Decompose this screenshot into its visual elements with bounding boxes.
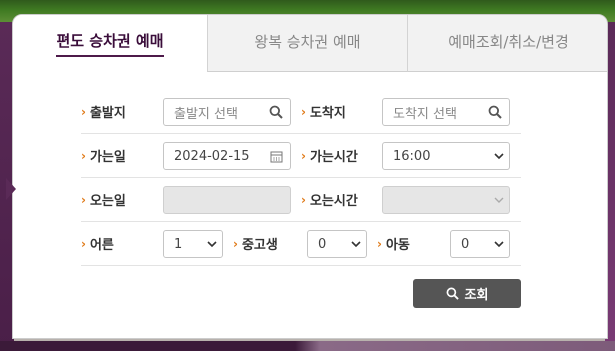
chevron-right-icon: › — [377, 236, 382, 251]
go-date-value: 2024-02-15 — [174, 148, 250, 164]
calendar-icon[interactable] — [268, 148, 284, 164]
child-count-select[interactable]: 0 — [450, 230, 510, 258]
tab-round-trip-label: 왕복 승차권 예매 — [254, 32, 361, 51]
search-icon — [446, 287, 459, 300]
go-date-label-text: 가는일 — [89, 150, 126, 165]
go-time-label: › 가는시간 — [301, 134, 358, 177]
return-time-label-text: 오는시간 — [309, 194, 358, 209]
chevron-down-icon — [202, 231, 222, 257]
chevron-right-icon: › — [81, 236, 86, 251]
departure-label: › 출발지 — [81, 90, 126, 133]
departure-placeholder: 출발지 선택 — [174, 106, 238, 122]
search-icon — [268, 104, 284, 120]
youth-label: › 중고생 — [233, 222, 278, 265]
return-date-input[interactable] — [163, 186, 291, 214]
chevron-right-icon: › — [301, 192, 306, 207]
child-label-text: 아동 — [385, 238, 410, 253]
adult-label: › 어른 — [81, 222, 114, 265]
youth-label-text: 중고생 — [241, 238, 278, 253]
chevron-right-icon: › — [81, 148, 86, 163]
go-time-select[interactable]: 16:00 — [382, 142, 510, 170]
youth-count-select[interactable]: 0 — [307, 230, 367, 258]
search-icon — [487, 104, 503, 120]
chevron-right-icon: › — [301, 148, 306, 163]
child-label: › 아동 — [377, 222, 410, 265]
adult-count-value: 1 — [174, 236, 183, 252]
return-date-label-text: 오는일 — [89, 194, 126, 209]
form-row-return: › 오는일 › 오는시간 — [81, 178, 521, 222]
arrival-placeholder: 도착지 선택 — [393, 106, 457, 122]
child-count-value: 0 — [461, 236, 470, 252]
chevron-down-icon — [346, 231, 366, 257]
search-button-label: 조회 — [464, 288, 489, 303]
chevron-right-icon: › — [301, 104, 306, 119]
tab-inquiry[interactable]: 예매조회/취소/변경 — [407, 15, 607, 72]
chevron-right-icon: › — [81, 104, 86, 119]
arrival-label: › 도착지 — [301, 90, 346, 133]
form-row-go: › 가는일 2024-02-15 › 가는시간 16:00 — [81, 134, 521, 178]
tab-one-way[interactable]: 편도 승차권 예매 — [13, 15, 207, 72]
chevron-down-icon — [489, 143, 509, 169]
chevron-down-icon — [489, 187, 509, 213]
return-time-select[interactable] — [382, 186, 510, 214]
return-date-label: › 오는일 — [81, 178, 126, 221]
form-row-locations: › 출발지 출발지 선택 › 도착지 도착지 선택 — [81, 90, 521, 134]
adult-count-select[interactable]: 1 — [163, 230, 223, 258]
departure-label-text: 출발지 — [89, 106, 126, 121]
go-date-label: › 가는일 — [81, 134, 126, 177]
youth-count-value: 0 — [318, 236, 327, 252]
tab-bar: 편도 승차권 예매 왕복 승차권 예매 예매조회/취소/변경 — [13, 15, 607, 73]
form-row-passengers: › 어른 1 › 중고생 0 › 아동 0 — [81, 222, 521, 266]
tab-one-way-label: 편도 승차권 예매 — [56, 30, 164, 57]
go-time-value: 16:00 — [393, 148, 431, 164]
go-date-input[interactable]: 2024-02-15 — [163, 142, 291, 170]
return-time-label: › 오는시간 — [301, 178, 358, 221]
booking-panel: 편도 승차권 예매 왕복 승차권 예매 예매조회/취소/변경 › 출발지 출발지… — [12, 14, 608, 339]
adult-label-text: 어른 — [89, 238, 114, 253]
arrival-label-text: 도착지 — [309, 106, 346, 121]
arrival-input[interactable]: 도착지 선택 — [382, 98, 510, 126]
chevron-down-icon — [489, 231, 509, 257]
departure-input[interactable]: 출발지 선택 — [163, 98, 291, 126]
tab-inquiry-label: 예매조회/취소/변경 — [448, 32, 569, 51]
chevron-right-icon: › — [233, 236, 238, 251]
chevron-right-icon: › — [81, 192, 86, 207]
left-pointer-notch — [6, 178, 16, 200]
tab-round-trip[interactable]: 왕복 승차권 예매 — [207, 15, 407, 72]
bottom-border-background — [0, 341, 615, 351]
go-time-label-text: 가는시간 — [309, 150, 358, 165]
search-button[interactable]: 조회 — [413, 279, 521, 308]
